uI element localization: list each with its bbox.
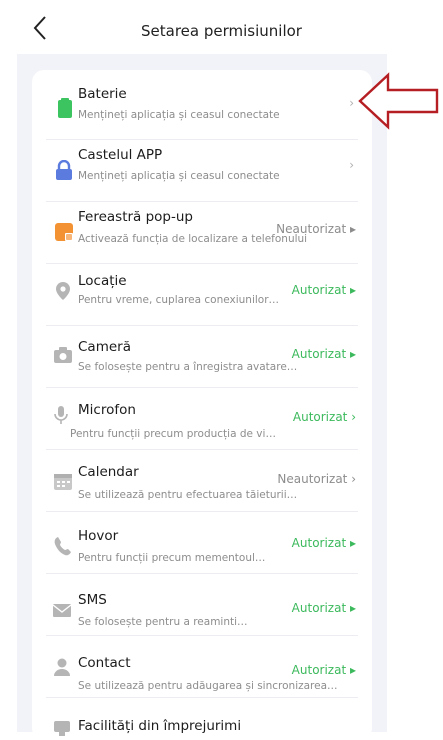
permission-row-microphone[interactable]: Microfon Pentru funcții precum producția…	[32, 388, 372, 450]
permission-status: Neautorizat ▸	[276, 222, 356, 236]
person-icon	[54, 658, 70, 676]
permission-row-calendar[interactable]: Calendar Se utilizează pentru efectuarea…	[32, 450, 372, 512]
permission-subtitle: Pentru funcții precum mementoul…	[78, 552, 266, 564]
permission-status: Autorizat ▸	[291, 283, 356, 297]
permission-status: Autorizat ›	[292, 410, 356, 424]
permission-row-sms[interactable]: SMS Se folosește pentru a reaminti… Auto…	[32, 574, 372, 636]
permission-subtitle: Mențineți aplicația și ceasul conectate	[78, 109, 280, 121]
permission-row-popup-window[interactable]: Fereastră pop-up Activează funcția de lo…	[32, 202, 372, 264]
permission-row-battery[interactable]: Baterie Mențineți aplicația și ceasul co…	[32, 78, 372, 140]
location-pin-icon	[56, 282, 70, 300]
permission-row-location[interactable]: Locație Pentru vreme, cuplarea conexiuni…	[32, 264, 372, 326]
chevron-right-icon: ›	[349, 158, 354, 172]
phone-icon	[54, 537, 71, 556]
battery-icon	[58, 98, 72, 118]
permission-status: Neautorizat ›	[277, 472, 356, 486]
lock-icon	[56, 160, 72, 180]
permission-title: Hovor	[78, 528, 119, 544]
calendar-icon	[54, 474, 72, 490]
chevron-right-icon: ›	[349, 96, 354, 110]
permission-status: Autorizat ▸	[291, 601, 356, 615]
permission-title: SMS	[78, 592, 107, 608]
top-bar: Setarea permisiunilor	[0, 0, 443, 62]
permission-status: Autorizat ▸	[291, 663, 356, 677]
permission-title: Fereastră pop-up	[78, 209, 194, 225]
page-title: Setarea permisiunilor	[141, 22, 302, 40]
popup-window-icon	[55, 223, 73, 241]
camera-icon	[54, 347, 72, 363]
permission-status: Autorizat ▸	[291, 347, 356, 361]
microphone-icon	[54, 406, 68, 424]
permission-subtitle: Activează funcția de localizare a telefo…	[78, 233, 308, 245]
permission-row-nearby-devices[interactable]: Facilități din împrejurimi	[32, 698, 372, 740]
permission-subtitle: Pentru funcții precum producția de vi…	[70, 428, 276, 440]
nearby-devices-icon	[54, 721, 70, 736]
permission-row-contact[interactable]: Contact Se utilizează pentru adăugarea ș…	[32, 636, 372, 698]
permission-row-camera[interactable]: Cameră Se folosește pentru a înregistra …	[32, 326, 372, 388]
permission-subtitle: Se utilizează pentru efectuarea tăieturi…	[78, 489, 298, 501]
permission-row-app-lock[interactable]: Castelul APP Mențineți aplicația și ceas…	[32, 140, 372, 202]
permission-subtitle: Se utilizează pentru adăugarea și sincro…	[78, 680, 338, 692]
permission-subtitle: Se folosește pentru a reaminti…	[78, 616, 248, 628]
permission-subtitle: Mențineți aplicația și ceasul conectate	[78, 170, 280, 182]
permission-title: Locație	[78, 273, 127, 289]
permission-status: Autorizat ▸	[291, 536, 356, 550]
permission-title: Cameră	[78, 339, 131, 355]
permission-subtitle: Pentru vreme, cuplarea conexiunilor…	[78, 294, 280, 306]
envelope-icon	[52, 604, 72, 617]
permission-title: Castelul APP	[78, 147, 163, 163]
permission-title: Contact	[78, 655, 131, 671]
permission-subtitle: Se folosește pentru a înregistra avatare…	[78, 361, 298, 373]
permission-title: Microfon	[78, 402, 136, 418]
permissions-card: Baterie Mențineți aplicația și ceasul co…	[32, 70, 372, 740]
permission-row-phone[interactable]: Hovor Pentru funcții precum mementoul… A…	[32, 512, 372, 574]
annotation-arrow	[358, 72, 439, 130]
permission-title: Calendar	[78, 464, 139, 480]
permission-title: Baterie	[78, 86, 127, 102]
